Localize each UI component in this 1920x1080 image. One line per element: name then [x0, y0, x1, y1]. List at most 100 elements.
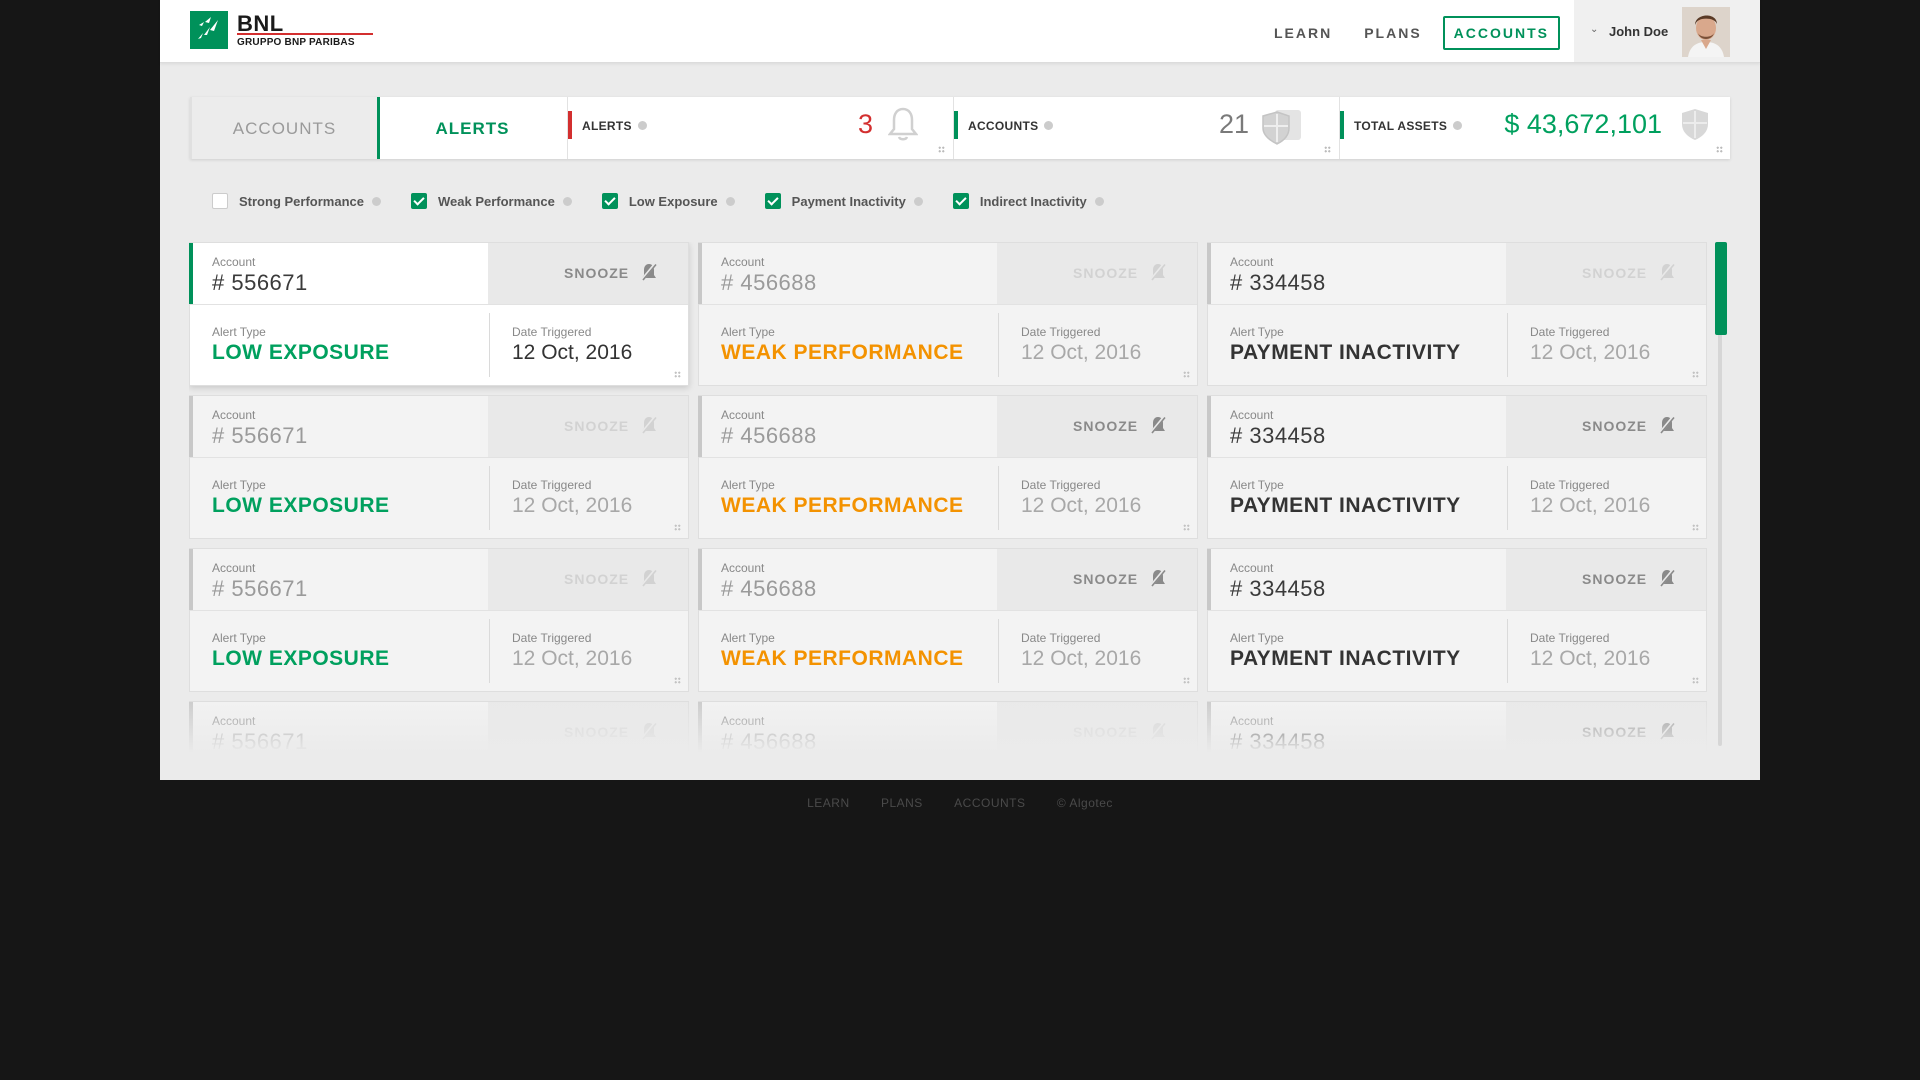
alert-type-value: PAYMENT INACTIVITY	[1230, 341, 1461, 364]
checkbox[interactable]	[410, 193, 427, 209]
bnl-logo[interactable]: BNL GRUPPO BNP PARIBAS	[190, 11, 380, 51]
info-icon[interactable]	[725, 196, 735, 206]
nav-plans[interactable]: PLANS	[1353, 16, 1432, 50]
resize-grip-icon[interactable]	[674, 677, 681, 684]
alert-card-weak-performance[interactable]: Account# 456688SNOOZEAlert TypeWEAK PERF…	[698, 242, 1198, 386]
snooze-bell-off-icon	[640, 568, 658, 593]
filter-strong-performance[interactable]: Strong Performance	[212, 193, 381, 209]
footer-copyright: © Algotec	[1056, 796, 1113, 810]
alert-card-weak-performance[interactable]: Account# 456688SNOOZEAlert TypeWEAK PERF…	[698, 701, 1198, 752]
snooze-bell-off-icon	[1149, 721, 1167, 746]
resize-grip-icon[interactable]	[1183, 677, 1190, 684]
info-icon[interactable]	[1044, 121, 1054, 131]
snooze-label: SNOOZE	[1582, 418, 1648, 434]
alert-card-payment-inactivity[interactable]: Account# 334458SNOOZEAlert TypePAYMENT I…	[1207, 395, 1707, 539]
resize-grip-icon[interactable]	[1183, 371, 1190, 378]
resize-grip-icon[interactable]	[1692, 371, 1699, 378]
snooze-button[interactable]: SNOOZE	[1506, 549, 1706, 610]
snooze-button[interactable]: SNOOZE	[1506, 396, 1706, 457]
info-icon[interactable]	[913, 196, 923, 206]
snooze-button[interactable]: SNOOZE	[997, 243, 1197, 304]
accounts-stat-bar	[954, 111, 958, 139]
card-divider	[1208, 304, 1706, 305]
alert-card-low-exposure[interactable]: Account# 556671SNOOZEAlert TypeLOW EXPOS…	[189, 395, 689, 539]
filter-low-exposure[interactable]: Low Exposure	[601, 193, 735, 209]
checkbox[interactable]	[952, 193, 969, 209]
card-accent-bar	[698, 702, 702, 752]
snooze-label: SNOOZE	[1073, 418, 1139, 434]
alert-card-low-exposure[interactable]: Account# 556671SNOOZEAlert TypeLOW EXPOS…	[189, 701, 689, 752]
account-number: # 334458	[1230, 729, 1326, 752]
alert-card-weak-performance[interactable]: Account# 456688SNOOZEAlert TypeWEAK PERF…	[698, 548, 1198, 692]
snooze-button[interactable]: SNOOZE	[1506, 243, 1706, 304]
snooze-button[interactable]: SNOOZE	[488, 396, 688, 457]
info-icon[interactable]	[562, 196, 572, 206]
resize-grip-icon[interactable]	[938, 146, 945, 153]
alert-card-payment-inactivity[interactable]: Account# 334458SNOOZEAlert TypePAYMENT I…	[1207, 242, 1707, 386]
card-accent-bar	[189, 243, 193, 304]
alert-card-payment-inactivity[interactable]: Account# 334458SNOOZEAlert TypePAYMENT I…	[1207, 548, 1707, 692]
snooze-label: SNOOZE	[1073, 571, 1139, 587]
nav-learn[interactable]: LEARN	[1263, 16, 1343, 50]
alert-type-value: LOW EXPOSURE	[212, 647, 390, 670]
snooze-bell-off-icon	[1149, 415, 1167, 440]
nav-accounts[interactable]: ACCOUNTS	[1442, 16, 1560, 50]
account-number: # 334458	[1230, 423, 1326, 448]
snooze-button[interactable]: SNOOZE	[997, 549, 1197, 610]
alert-type-label: Alert Type	[721, 325, 775, 339]
filter-indirect-inactivity[interactable]: Indirect Inactivity	[952, 193, 1104, 209]
info-icon[interactable]	[1094, 196, 1104, 206]
checkbox[interactable]	[764, 193, 781, 209]
avatar[interactable]	[1682, 7, 1730, 57]
resize-grip-icon[interactable]	[1183, 524, 1190, 531]
resize-grip-icon[interactable]	[1324, 146, 1331, 153]
snooze-button[interactable]: SNOOZE	[997, 396, 1197, 457]
info-icon[interactable]	[637, 121, 647, 131]
shield-icon	[1259, 108, 1303, 151]
alert-type-label: Alert Type	[721, 478, 775, 492]
filter-payment-inactivity[interactable]: Payment Inactivity	[764, 193, 923, 209]
footer-learn-link[interactable]: LEARN	[807, 796, 850, 810]
tab-accounts[interactable]: ACCOUNTS	[190, 97, 377, 159]
date-triggered-value: 12 Oct, 2016	[1530, 647, 1651, 670]
snooze-button[interactable]: SNOOZE	[488, 549, 688, 610]
snooze-button[interactable]: SNOOZE	[1506, 702, 1706, 752]
info-icon[interactable]	[371, 196, 381, 206]
alert-card-weak-performance[interactable]: Account# 456688SNOOZEAlert TypeWEAK PERF…	[698, 395, 1198, 539]
checkbox[interactable]	[212, 193, 228, 209]
card-divider	[190, 304, 688, 305]
resize-grip-icon[interactable]	[1692, 524, 1699, 531]
card-accent-bar	[189, 549, 193, 610]
snooze-bell-off-icon	[1149, 568, 1167, 593]
snooze-button[interactable]: SNOOZE	[488, 702, 688, 752]
info-icon[interactable]	[1453, 121, 1463, 131]
alert-card-payment-inactivity[interactable]: Account# 334458SNOOZEAlert TypePAYMENT I…	[1207, 701, 1707, 752]
checkbox[interactable]	[601, 193, 618, 209]
account-label: Account	[1230, 255, 1274, 269]
resize-grip-icon[interactable]	[674, 371, 681, 378]
account-label: Account	[721, 255, 765, 269]
card-column-divider	[1507, 466, 1508, 530]
filter-weak-performance[interactable]: Weak Performance	[410, 193, 572, 209]
snooze-button[interactable]: SNOOZE	[488, 243, 688, 304]
card-column-divider	[998, 619, 999, 683]
resize-grip-icon[interactable]	[1716, 146, 1723, 153]
user-menu[interactable]: ⌄ John Doe	[1574, 0, 1760, 62]
tab-alerts[interactable]: ALERTS	[377, 97, 565, 159]
snooze-bell-off-icon	[640, 262, 658, 287]
date-triggered-value: 12 Oct, 2016	[512, 341, 633, 364]
resize-grip-icon[interactable]	[1692, 677, 1699, 684]
alert-filters: Strong Performance Weak Performance Low …	[212, 193, 1134, 209]
scrollbar-thumb[interactable]	[1715, 242, 1727, 335]
account-label: Account	[721, 714, 765, 728]
date-triggered-value: 12 Oct, 2016	[1530, 494, 1651, 517]
footer-plans-link[interactable]: PLANS	[881, 796, 923, 810]
alert-type-value: WEAK PERFORMANCE	[721, 647, 964, 670]
alert-card-low-exposure[interactable]: Account# 556671SNOOZEAlert TypeLOW EXPOS…	[189, 242, 689, 386]
footer-accounts-link[interactable]: ACCOUNTS	[954, 796, 1025, 810]
alert-type-label: Alert Type	[212, 325, 266, 339]
main-nav: LEARN PLANS ACCOUNTS	[1263, 16, 1560, 50]
alert-card-low-exposure[interactable]: Account# 556671SNOOZEAlert TypeLOW EXPOS…	[189, 548, 689, 692]
resize-grip-icon[interactable]	[674, 524, 681, 531]
snooze-button[interactable]: SNOOZE	[997, 702, 1197, 752]
